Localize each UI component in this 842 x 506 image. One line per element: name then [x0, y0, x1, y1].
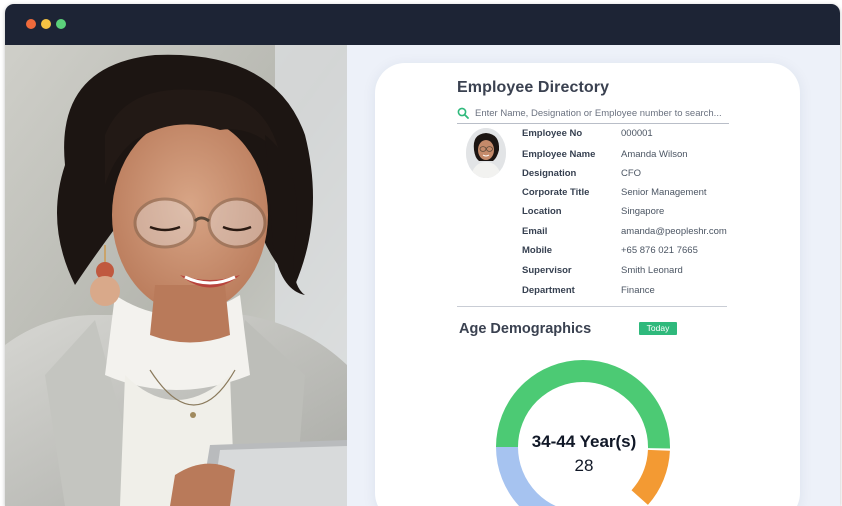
- search-icon: [457, 107, 469, 119]
- maximize-window-dot-icon[interactable]: [56, 19, 66, 29]
- detail-value: amanda@peopleshr.com: [621, 226, 727, 237]
- donut-center-count: 28: [574, 456, 594, 475]
- detail-label: Employee Name: [522, 149, 596, 160]
- detail-label: Department: [522, 285, 575, 296]
- detail-value: CFO: [621, 168, 642, 179]
- employee-search-bar[interactable]: [457, 104, 729, 124]
- detail-value: Smith Leonard: [621, 265, 683, 276]
- avatar-photo-image: [466, 128, 506, 178]
- age-demographics-title: Age Demographics: [459, 321, 592, 337]
- detail-label: Supervisor: [522, 265, 572, 276]
- detail-label: Designation: [522, 168, 577, 179]
- today-badge[interactable]: Today: [639, 322, 677, 335]
- close-window-dot-icon[interactable]: [26, 19, 36, 29]
- section-divider: [457, 306, 727, 307]
- hero-photo: [5, 45, 347, 506]
- detail-value: 000001: [621, 128, 653, 139]
- window-titlebar: [5, 4, 840, 45]
- employee-search-input[interactable]: [475, 105, 729, 121]
- detail-label: Corporate Title: [522, 187, 590, 198]
- detail-value: Senior Management: [621, 187, 707, 198]
- detail-value: +65 876 021 7665: [621, 245, 698, 256]
- detail-label: Employee No: [522, 128, 583, 139]
- detail-value: Singapore: [621, 206, 665, 217]
- detail-label: Location: [522, 206, 562, 217]
- detail-value: Amanda Wilson: [621, 149, 688, 160]
- employee-avatar[interactable]: [466, 128, 506, 178]
- employee-directory-title: Employee Directory: [457, 79, 610, 96]
- age-demographics-donut-chart: [496, 360, 670, 506]
- woman-with-tablet-illustration: [5, 45, 347, 506]
- detail-value: Finance: [621, 285, 655, 296]
- detail-label: Mobile: [522, 245, 553, 256]
- detail-label: Email: [522, 226, 548, 237]
- donut-center-range: 34-44 Year(s): [531, 432, 637, 451]
- minimize-window-dot-icon[interactable]: [41, 19, 51, 29]
